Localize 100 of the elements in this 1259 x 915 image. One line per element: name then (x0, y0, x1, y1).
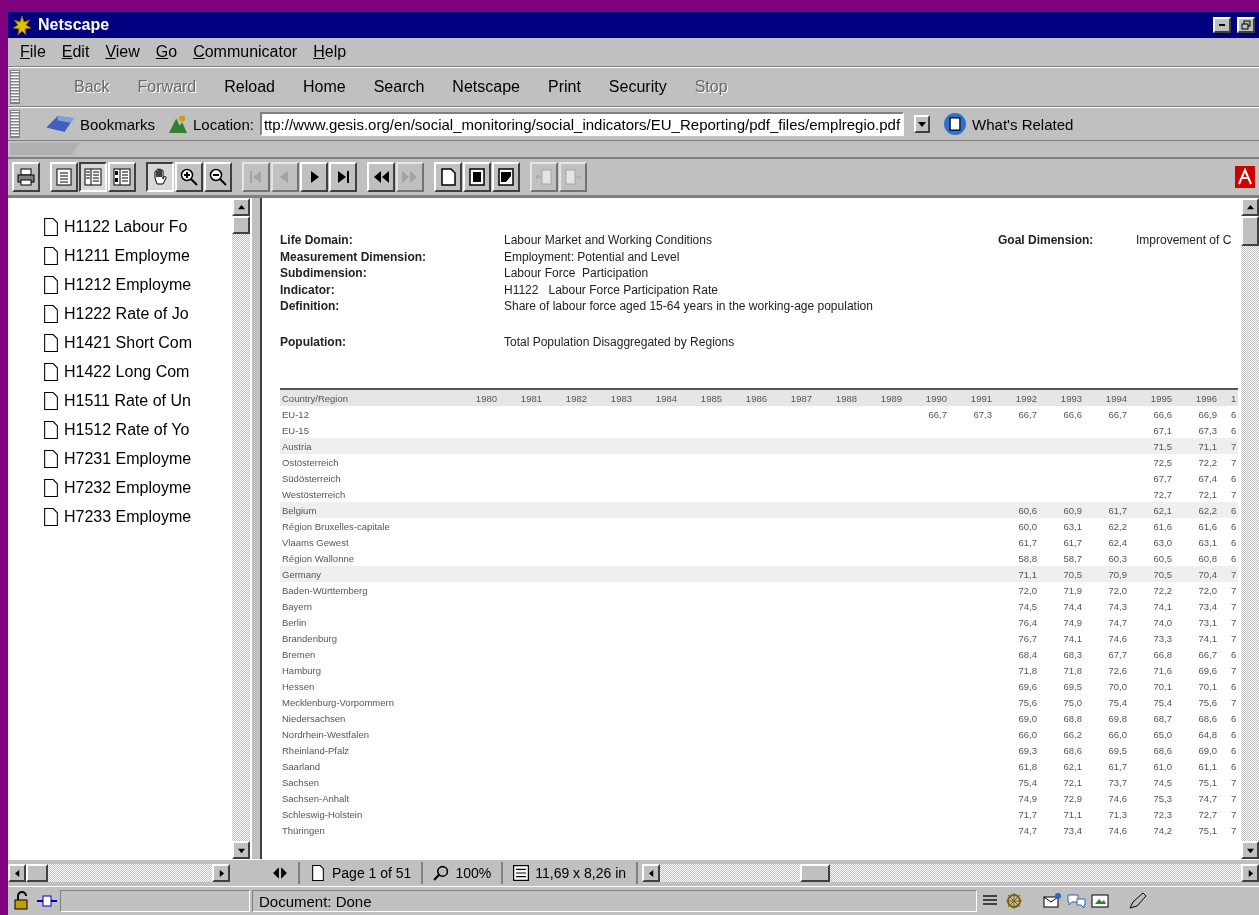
table-cell-text: 72,9 (1062, 792, 1083, 804)
printer-icon (16, 167, 36, 187)
scroll-arrow-button[interactable] (232, 841, 250, 859)
row-label: Niedersachsen (281, 712, 347, 724)
scroll-arrow-button[interactable] (1241, 198, 1259, 216)
scroll-thumb[interactable] (232, 216, 250, 234)
scroll-thumb[interactable] (800, 864, 831, 882)
table-cell-text: 74,5 (1017, 600, 1038, 612)
toolbar-button[interactable]: Netscape (438, 78, 534, 96)
bookmark-item[interactable]: H1421 Short Com (44, 328, 232, 357)
column-header: 1993 (1059, 392, 1083, 404)
table-cell-text: 67,7 (1107, 648, 1128, 660)
scroll-thumb[interactable] (1241, 216, 1259, 246)
menu-item[interactable]: File (12, 43, 54, 61)
scroll-arrow-button[interactable] (1241, 841, 1259, 859)
row-label: Saarland (281, 760, 322, 772)
bookmark-item[interactable]: H1422 Long Com (44, 357, 232, 386)
bookmark-item[interactable]: H1222 Rate of Jo (44, 299, 232, 328)
triangle-icon (217, 869, 225, 877)
table-cell-text: 6 (1230, 760, 1238, 772)
scrollbar[interactable] (232, 198, 250, 859)
scroll-arrow-button[interactable] (212, 864, 230, 882)
zoom-indicator[interactable]: 100% (423, 862, 504, 884)
wheel-icon[interactable] (1003, 891, 1025, 911)
column-header: 1 (1230, 392, 1238, 404)
page-size-indicator[interactable]: 11,69 x 8,26 in (503, 862, 639, 884)
toolbar-button[interactable] (79, 162, 107, 192)
page-size-icon (513, 865, 530, 881)
page-icon (44, 275, 58, 294)
bookmark-item[interactable]: H1511 Rate of Un (44, 386, 232, 415)
status-text: Document: Done (252, 890, 977, 912)
bookmarks-button[interactable]: Bookmarks (80, 115, 164, 133)
menu-item[interactable]: View (97, 43, 148, 61)
table-cell-text: 68,6 (1062, 744, 1083, 756)
scroll-arrow-button[interactable] (232, 198, 250, 216)
table-cell-text: 6 (1230, 552, 1238, 564)
toolbar-button[interactable] (146, 162, 174, 192)
scroll-arrow-button[interactable] (642, 864, 661, 882)
table-cell-text: 66,7 (1017, 408, 1038, 420)
pen-icon[interactable] (1127, 891, 1149, 911)
table-cell-text: 61,6 (1197, 520, 1218, 532)
scroll-thumb[interactable] (26, 864, 48, 882)
url-field[interactable]: ttp://www.gesis.org/en/social_monitoring/social_indicators/EU_Reporting/pdf_files/emplregio.pdf (259, 112, 905, 136)
bookmark-item[interactable]: H1212 Employme (44, 270, 232, 299)
menu-item[interactable]: Edit (53, 43, 98, 61)
mail-icon[interactable] (1041, 891, 1063, 911)
bookmark-item[interactable]: H1512 Rate of Yo (44, 415, 232, 444)
toolbar-button[interactable]: Print (533, 78, 595, 96)
toolbar-button[interactable]: Security (594, 78, 681, 96)
table-cell-text: 68,4 (1017, 648, 1038, 660)
table-cell-text: 74,6 (1107, 632, 1128, 644)
table-cell-text: 74,3 (1107, 600, 1128, 612)
table-cell-text: 67,7 (1152, 472, 1173, 484)
table-cell-text: 70,1 (1197, 680, 1218, 692)
scrollbar[interactable] (1241, 198, 1259, 859)
bookmark-item[interactable]: H7231 Employme (44, 444, 232, 473)
location-icon (169, 115, 188, 133)
minimize-button[interactable] (1213, 17, 1231, 33)
toolbar-grip[interactable] (10, 70, 20, 104)
table-cell-text: 73,7 (1107, 776, 1128, 788)
menu-item[interactable]: Help (305, 43, 355, 61)
toolbar-button[interactable]: Search (359, 78, 439, 96)
page-icon (44, 217, 58, 236)
toolbar-grip[interactable] (10, 110, 20, 138)
scrollbar[interactable] (642, 864, 1259, 882)
bookmark-item[interactable]: H1122 Labour Fo (44, 212, 232, 241)
table-cell-text: 71,5 (1152, 440, 1173, 452)
table-cell-text: 67,1 (1152, 424, 1173, 436)
page-icon (44, 246, 58, 265)
page-nav-icon[interactable] (272, 865, 288, 881)
scroll-arrow-button[interactable] (1241, 864, 1259, 882)
table-cell-text: 70,1 (1152, 680, 1173, 692)
picture-frame-icon[interactable] (1089, 891, 1111, 911)
toolbar-button[interactable]: Home (288, 78, 360, 96)
menu-item[interactable]: Go (147, 43, 186, 61)
table-cell-text: 60,6 (1017, 504, 1038, 516)
table-cell-text: 6 (1230, 408, 1238, 420)
caret-icon (918, 121, 927, 127)
row-label: Austria (281, 440, 313, 452)
chat-icon[interactable] (1065, 891, 1087, 911)
pane-splitter[interactable] (250, 198, 262, 859)
column-header: 1989 (879, 392, 903, 404)
scroll-arrow-button[interactable] (8, 864, 26, 882)
bookmark-item[interactable]: H7233 Employme (44, 502, 232, 531)
dropdown-button[interactable] (914, 115, 931, 133)
toolbar-button[interactable]: Reload (210, 78, 289, 96)
table-cell-text: 62,2 (1197, 504, 1218, 516)
bookmark-item[interactable]: H7232 Employme (44, 473, 232, 502)
table-cell-text: 68,3 (1062, 648, 1083, 660)
column-header: 1983 (609, 392, 633, 404)
page-indicator[interactable]: Page 1 of 51 (300, 862, 424, 884)
maximize-button[interactable] (1237, 17, 1255, 33)
menu-item[interactable]: Communicator (185, 43, 306, 61)
page-icon (310, 865, 326, 881)
bookmark-item[interactable]: H1211 Employme (44, 241, 232, 270)
table-cell-text: 75,1 (1197, 824, 1218, 836)
field-value: Employment: Potential and Level (504, 248, 681, 265)
table-cell-text: 7 (1230, 456, 1238, 468)
scrollbar[interactable] (8, 864, 230, 882)
whats-related-button[interactable]: What's Related (972, 115, 1074, 133)
